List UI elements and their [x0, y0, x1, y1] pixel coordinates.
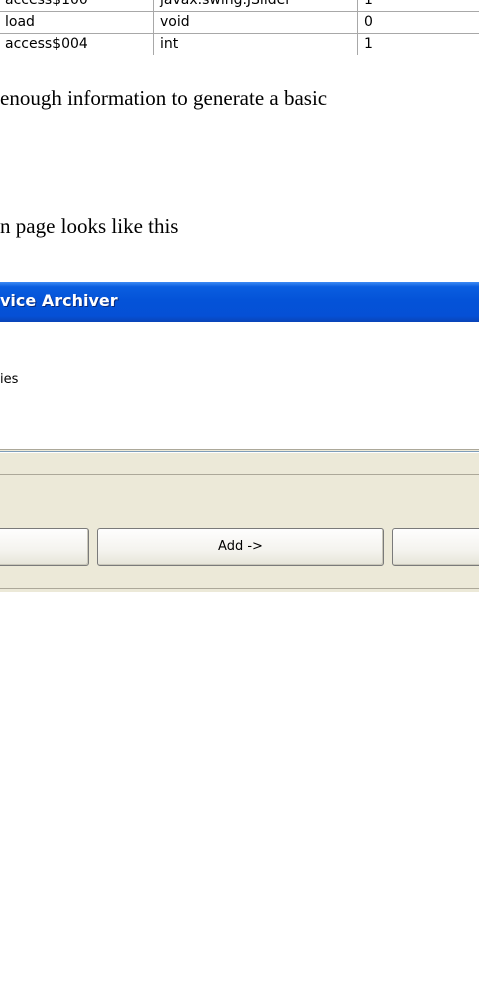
document-text-line: enough information to generate a basic [0, 86, 328, 110]
table-cell: int [153, 33, 357, 55]
method-table: access$100 javax.swing.JSlider 1 load vo… [0, 0, 479, 62]
archiver-dialog-screenshot: vice Archiver ies Add -> [0, 282, 479, 592]
table-cell: javax.swing.JSlider [153, 0, 357, 11]
table-cell: access$004 [5, 36, 88, 52]
table-cell: void [153, 11, 357, 33]
dialog-header-panel [0, 322, 479, 450]
properties-label: ies [0, 372, 19, 387]
dialog-titlebar[interactable]: vice Archiver [0, 282, 479, 322]
table-cell: load [5, 14, 35, 30]
table-cell: 1 [357, 33, 479, 55]
table-row: access$004 int 1 [0, 33, 479, 55]
left-button[interactable] [0, 528, 89, 566]
dialog-bottom-edge [0, 588, 479, 592]
add-button[interactable]: Add -> [97, 528, 384, 566]
table-cell: 1 [357, 0, 479, 11]
dialog-title: vice Archiver [0, 291, 118, 310]
properties-field[interactable] [0, 451, 479, 475]
table-cell: access$100 [5, 0, 88, 8]
document-text-line: n page looks like this [0, 214, 179, 238]
right-button[interactable] [392, 528, 479, 566]
table-row: load void 0 [0, 11, 479, 34]
table-cell: 0 [357, 11, 479, 33]
